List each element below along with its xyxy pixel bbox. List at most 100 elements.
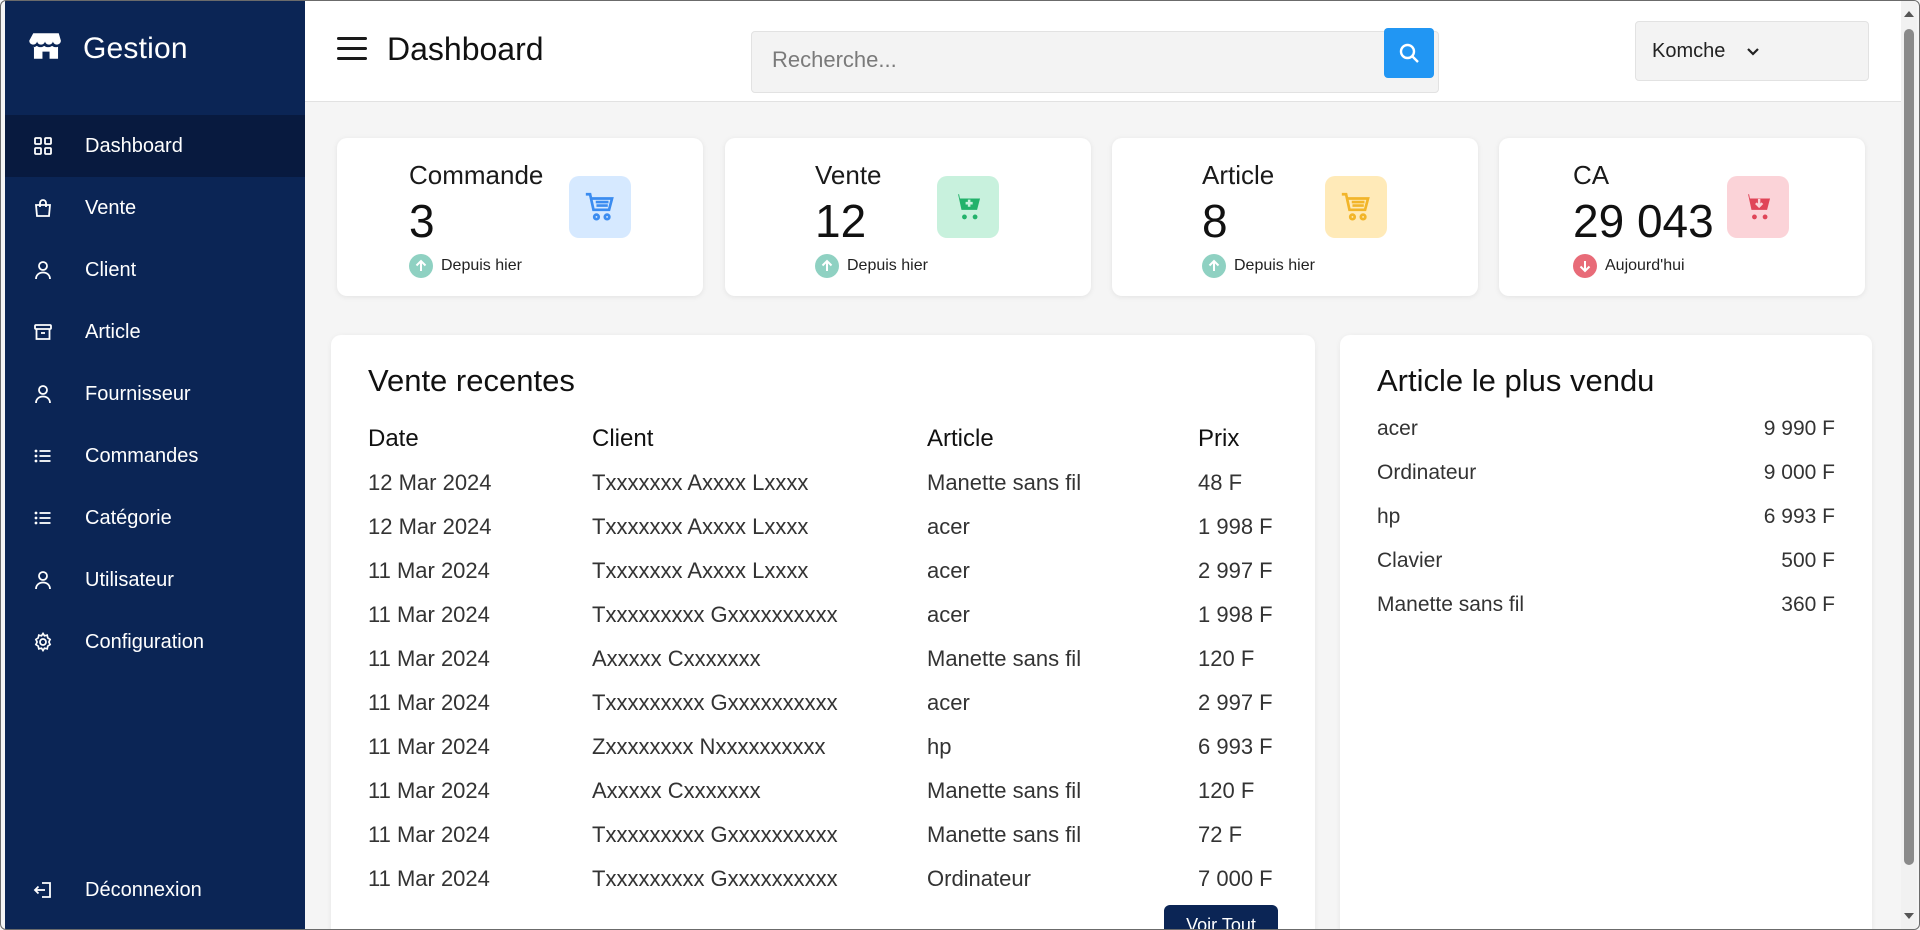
sidebar-item-article[interactable]: Article <box>5 301 305 363</box>
table-row[interactable]: 11 Mar 2024 Txxxxxxx Axxxx Lxxxx acer 2 997… <box>368 549 1288 593</box>
recent-sales-title: Vente recentes <box>368 363 575 398</box>
list-item[interactable]: hp 6 993 F <box>1377 505 1835 529</box>
item-name: Ordinateur <box>1377 461 1477 484</box>
vertical-scrollbar[interactable] <box>1901 1 1917 929</box>
sidebar-item-configuration[interactable]: Configuration <box>5 611 305 673</box>
list-item[interactable]: Clavier 500 F <box>1377 549 1835 573</box>
cell-prix: 120 F <box>1198 646 1255 671</box>
table-row[interactable]: 11 Mar 2024 Txxxxxxxxx Gxxxxxxxxxx acer 1 9… <box>368 593 1288 637</box>
cell-prix: 120 F <box>1198 778 1255 803</box>
cell-date: 12 Mar 2024 <box>368 514 492 539</box>
cell-date: 11 Mar 2024 <box>368 822 490 847</box>
sidebar-item-label: Article <box>85 320 141 343</box>
cart-icon <box>569 176 631 238</box>
table-row[interactable]: 12 Mar 2024 Txxxxxxx Axxxx Lxxxx Manette s… <box>368 461 1288 505</box>
column-header-prix[interactable]: Prix <box>1198 417 1288 461</box>
cell-prix: 6 993 F <box>1198 734 1273 759</box>
sidebar-item-client[interactable]: Client <box>5 239 305 301</box>
user-dropdown[interactable]: Komche <box>1635 21 1869 81</box>
search-bar <box>751 28 1439 93</box>
cell-article: hp <box>927 734 952 759</box>
column-header-article[interactable]: Article <box>927 417 1198 461</box>
hamburger-menu-icon[interactable] <box>337 37 367 63</box>
recent-sales-panel: Vente recentes Date Client Article Prix … <box>331 335 1315 929</box>
sidebar-item-utilisateur[interactable]: Utilisateur <box>5 549 305 611</box>
sidebar-item-fournisseur[interactable]: Fournisseur <box>5 363 305 425</box>
sidebar: Gestion Dashboard Vente Client Article F… <box>5 1 305 929</box>
cell-client: Txxxxxxxxx Gxxxxxxxxxx <box>592 822 838 847</box>
sidebar-item-vente[interactable]: Vente <box>5 177 305 239</box>
list-item[interactable]: Ordinateur 9 000 F <box>1377 461 1835 485</box>
best-selling-title: Article le plus vendu <box>1377 363 1655 398</box>
chevron-down-icon <box>1747 48 1760 56</box>
item-name: Manette sans fil <box>1377 593 1525 616</box>
stat-trend: Depuis hier <box>409 254 522 278</box>
stat-trend: Depuis hier <box>815 254 928 278</box>
table-row[interactable]: 11 Mar 2024 Txxxxxxxxx Gxxxxxxxxxx Manette… <box>368 813 1288 857</box>
stat-value: 12 <box>815 195 867 247</box>
user-icon <box>31 258 55 282</box>
arrow-up-icon <box>409 254 433 278</box>
grid-icon <box>31 134 55 158</box>
recent-sales-table: Date Client Article Prix 12 Mar 2024 Txxx… <box>368 417 1288 901</box>
table-row[interactable]: 11 Mar 2024 Txxxxxxxxx Gxxxxxxxxxx acer 2 9… <box>368 681 1288 725</box>
archive-icon <box>31 320 55 344</box>
cell-date: 11 Mar 2024 <box>368 602 490 627</box>
cell-article: acer <box>927 690 970 715</box>
cell-article: Ordinateur <box>927 866 1031 891</box>
arrow-up-icon <box>1202 254 1226 278</box>
cell-article: acer <box>927 558 970 583</box>
item-value: 9 990 F <box>1763 417 1835 440</box>
sidebar-item-commandes[interactable]: Commandes <box>5 425 305 487</box>
stat-trend-label: Depuis hier <box>441 257 522 274</box>
logout-icon <box>31 878 55 902</box>
scrollbar-thumb[interactable] <box>1904 29 1914 865</box>
cell-date: 11 Mar 2024 <box>368 734 490 759</box>
stat-card-ca: CA 29 043 Aujourd'hui <box>1499 138 1865 296</box>
search-input[interactable] <box>770 46 1364 74</box>
user-icon <box>31 382 55 406</box>
page-title: Dashboard <box>387 31 544 67</box>
cell-client: Axxxxx Cxxxxxxx <box>592 778 761 803</box>
sidebar-nav: Dashboard Vente Client Article Fournisse… <box>5 115 305 673</box>
cell-prix: 2 997 F <box>1198 690 1273 715</box>
item-name: acer <box>1377 417 1418 440</box>
stat-trend-label: Aujourd'hui <box>1605 257 1685 274</box>
cell-date: 11 Mar 2024 <box>368 558 490 583</box>
column-header-date[interactable]: Date <box>368 417 592 461</box>
list-icon <box>31 506 55 530</box>
sidebar-item-categorie[interactable]: Catégorie <box>5 487 305 549</box>
voir-tout-button[interactable]: Voir Tout <box>1164 905 1278 929</box>
sidebar-item-dashboard[interactable]: Dashboard <box>5 115 305 177</box>
cell-prix: 1 998 F <box>1198 514 1273 539</box>
table-row[interactable]: 11 Mar 2024 Txxxxxxxxx Gxxxxxxxxxx Ordinat… <box>368 857 1288 901</box>
list-item[interactable]: acer 9 990 F <box>1377 417 1835 441</box>
column-header-client[interactable]: Client <box>592 417 927 461</box>
sidebar-item-label: Configuration <box>85 630 204 653</box>
cell-prix: 1 998 F <box>1198 602 1273 627</box>
cell-date: 11 Mar 2024 <box>368 646 490 671</box>
table-row[interactable]: 11 Mar 2024 Axxxxx Cxxxxxxx Manette sans f… <box>368 637 1288 681</box>
arrow-down-icon <box>1573 254 1597 278</box>
gear-icon <box>31 630 55 654</box>
list-item[interactable]: Manette sans fil 360 F <box>1377 593 1835 617</box>
cell-client: Axxxxx Cxxxxxxx <box>592 646 761 671</box>
arrow-up-icon <box>815 254 839 278</box>
search-button[interactable] <box>1384 28 1434 78</box>
scroll-up-arrow-icon[interactable] <box>1904 11 1914 17</box>
sidebar-item-label: Commandes <box>85 444 199 467</box>
scroll-down-arrow-icon[interactable] <box>1904 913 1914 919</box>
stat-card-article: Article 8 Depuis hier <box>1112 138 1478 296</box>
table-row[interactable]: 11 Mar 2024 Zxxxxxxxx Nxxxxxxxxxx hp 6 993 … <box>368 725 1288 769</box>
cell-date: 12 Mar 2024 <box>368 470 492 495</box>
table-row[interactable]: 12 Mar 2024 Txxxxxxx Axxxx Lxxxx acer 1 998… <box>368 505 1288 549</box>
cell-article: Manette sans fil <box>927 470 1082 495</box>
cell-date: 11 Mar 2024 <box>368 690 490 715</box>
cell-prix: 72 F <box>1198 822 1243 847</box>
table-row[interactable]: 11 Mar 2024 Axxxxx Cxxxxxxx Manette sans f… <box>368 769 1288 813</box>
store-icon <box>29 29 63 68</box>
table-header-row: Date Client Article Prix <box>368 417 1288 461</box>
logout-button[interactable]: Déconnexion <box>5 859 331 921</box>
cell-client: Txxxxxxx Axxxx Lxxxx <box>592 514 809 539</box>
brand[interactable]: Gestion <box>29 29 188 68</box>
